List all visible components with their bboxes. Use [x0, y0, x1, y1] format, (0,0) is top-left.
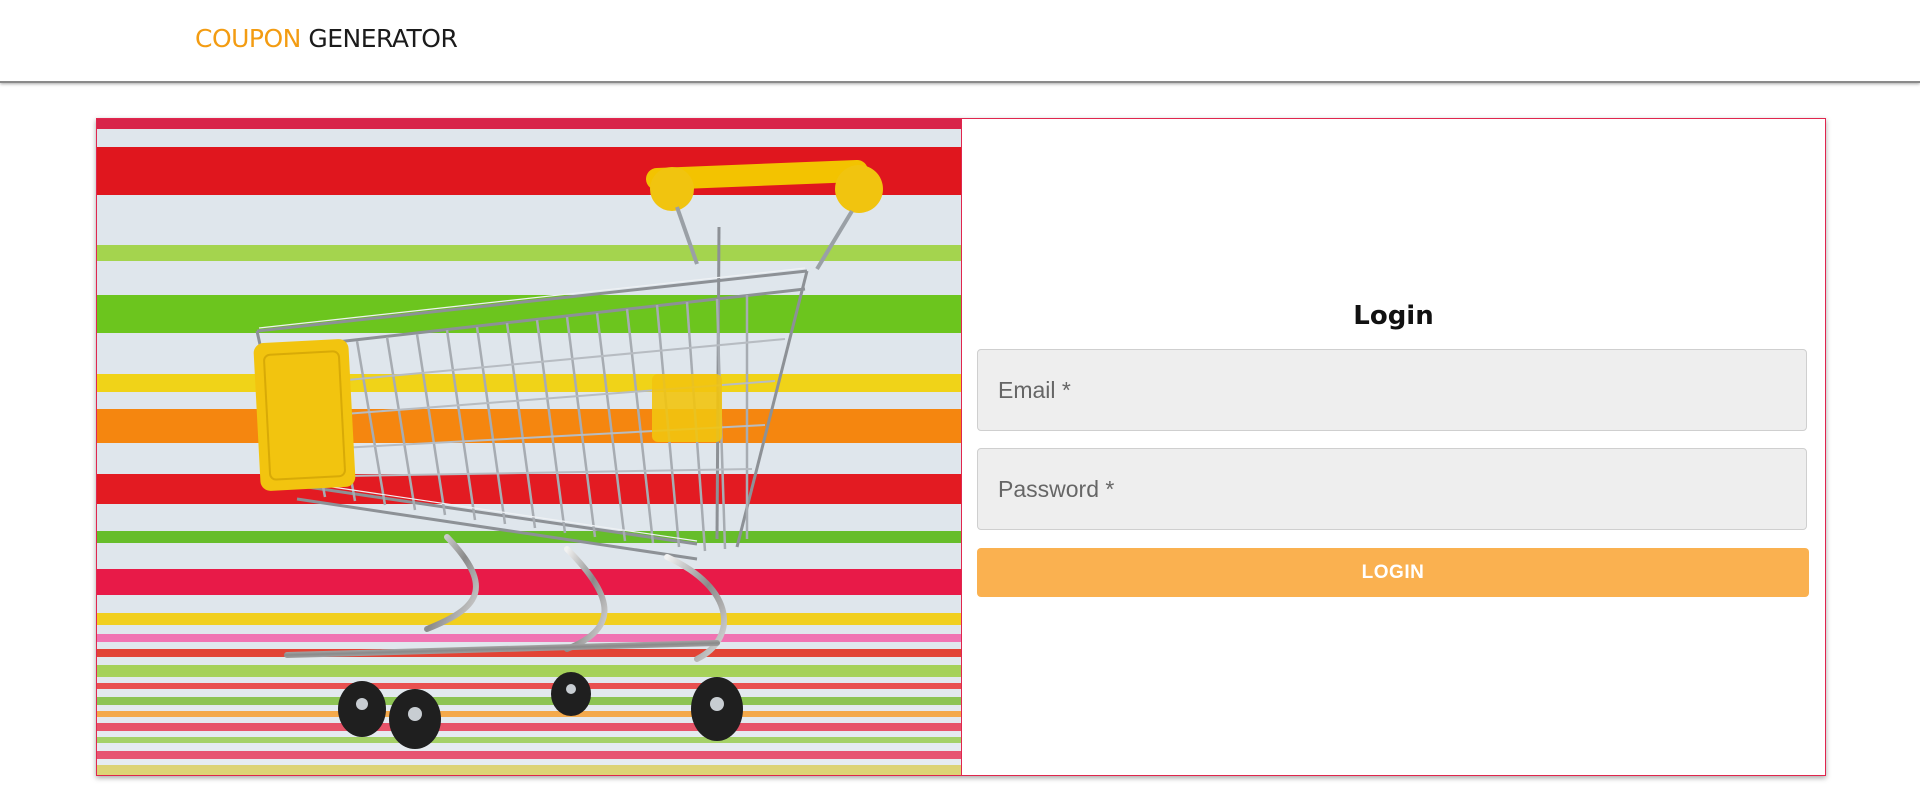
email-input[interactable]: [977, 349, 1807, 431]
top-app-bar: COUPON GENERATOR: [0, 0, 1920, 83]
brand-text: GENERATOR: [308, 24, 458, 53]
password-input[interactable]: [977, 448, 1807, 530]
hero-image: [97, 119, 962, 775]
login-button[interactable]: LOGIN: [977, 548, 1809, 597]
brand-accent-text: COUPON: [195, 24, 301, 53]
brand-logo[interactable]: COUPON GENERATOR: [195, 24, 458, 53]
login-card: Login LOGIN: [96, 118, 1826, 776]
shopping-cart-image: [97, 119, 961, 775]
login-title: Login: [1353, 301, 1434, 331]
login-form: Login LOGIN: [962, 119, 1825, 775]
